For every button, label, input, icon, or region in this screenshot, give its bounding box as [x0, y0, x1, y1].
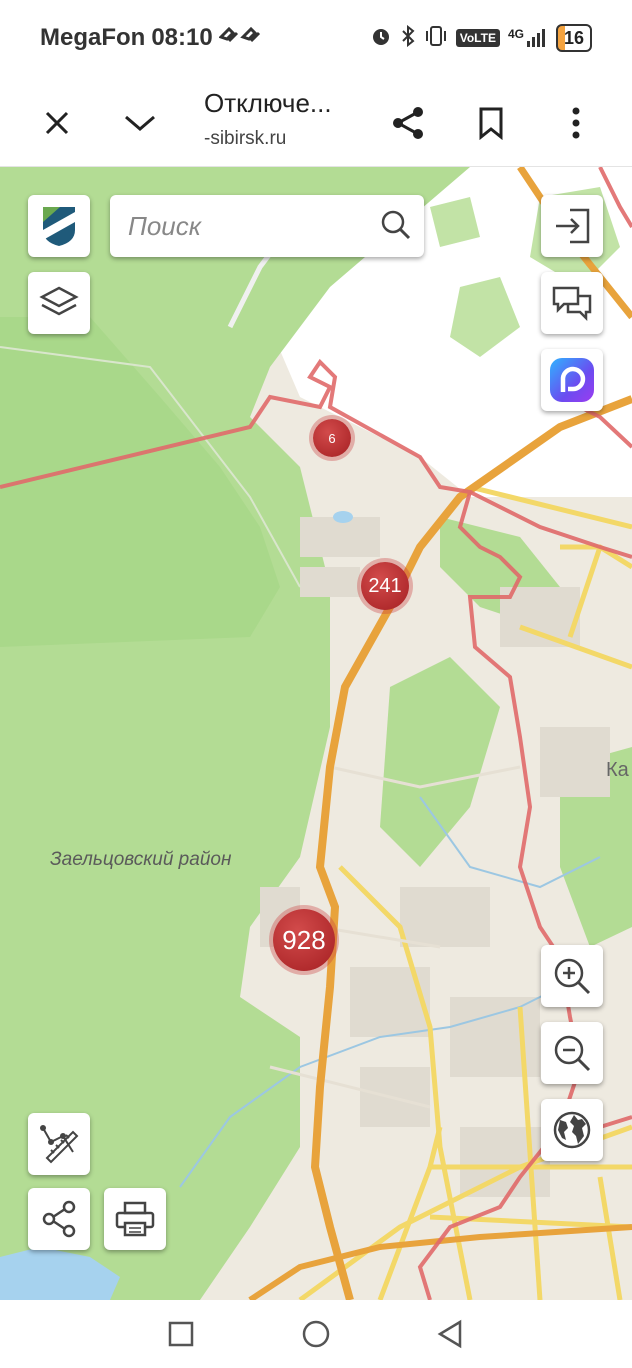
- login-button[interactable]: [541, 195, 603, 257]
- back-button[interactable]: [432, 1316, 468, 1352]
- circle-icon: [302, 1320, 330, 1348]
- layers-icon: [39, 286, 79, 316]
- signal-icon: 4G: [508, 27, 548, 49]
- triangle-back-icon: [437, 1319, 462, 1349]
- printer-icon: [115, 1201, 155, 1237]
- expand-button[interactable]: [115, 98, 165, 148]
- layers-button[interactable]: [28, 272, 90, 334]
- volte-badge: VoLTE: [455, 29, 500, 47]
- battery-indicator: 16: [555, 24, 592, 52]
- globe-icon: [553, 1111, 591, 1149]
- status-right: VoLTE 4G 16: [370, 24, 592, 52]
- bookmark-button[interactable]: [466, 98, 516, 148]
- measure-button[interactable]: [28, 1113, 90, 1175]
- bluetooth-icon: [400, 24, 416, 52]
- map-view[interactable]: 6 241 928 Заельцовский район Ка: [0, 167, 632, 1300]
- marker-cluster[interactable]: 928: [273, 909, 335, 971]
- ruler-icon: [40, 1125, 79, 1164]
- status-left: MegaFon 08:10: [40, 24, 263, 52]
- messenger-button[interactable]: [541, 349, 603, 411]
- bookmark-icon: [479, 107, 503, 140]
- feedback-button[interactable]: [541, 272, 603, 334]
- share-button[interactable]: [383, 98, 433, 148]
- page-title[interactable]: Отключе...: [204, 88, 332, 119]
- share-icon: [393, 107, 423, 139]
- search-input[interactable]: [126, 207, 370, 245]
- city-logo-icon: [43, 207, 75, 246]
- share-icon: [42, 1200, 76, 1238]
- district-label: Заельцовский район: [50, 849, 232, 870]
- chat-icon: [552, 286, 592, 322]
- home-button[interactable]: [298, 1316, 334, 1352]
- map-search[interactable]: [110, 195, 424, 257]
- vibrate-icon: [424, 25, 448, 52]
- world-view-button[interactable]: [541, 1099, 603, 1161]
- marker-cluster[interactable]: 6: [313, 419, 351, 457]
- chevron-down-icon: [125, 115, 155, 131]
- network-type: 4G: [507, 27, 524, 41]
- system-nav-bar: [0, 1300, 632, 1368]
- clock: 08:10: [151, 24, 213, 51]
- square-icon: [168, 1321, 194, 1347]
- map-share-button[interactable]: [28, 1188, 90, 1250]
- zoom-out-icon: [554, 1035, 591, 1072]
- print-button[interactable]: [104, 1188, 166, 1250]
- logo-button[interactable]: [28, 195, 90, 257]
- login-icon: [556, 208, 590, 244]
- map-label-truncated: Ка: [606, 759, 629, 781]
- recents-button[interactable]: [163, 1316, 199, 1352]
- map-base-layer[interactable]: [0, 167, 632, 1300]
- search-icon[interactable]: [380, 209, 412, 246]
- more-menu-button[interactable]: [551, 98, 601, 148]
- max-messenger-icon: [550, 358, 594, 402]
- close-icon: [45, 111, 69, 135]
- data-saver-icon: [217, 24, 263, 52]
- page-url[interactable]: -sibirsk.ru: [204, 128, 286, 150]
- marker-cluster[interactable]: 241: [361, 562, 409, 610]
- status-bar: MegaFon 08:10 VoLTE 4G 16: [0, 0, 632, 80]
- zoom-in-button[interactable]: [541, 945, 603, 1007]
- close-button[interactable]: [32, 98, 82, 148]
- carrier-name: MegaFon: [40, 24, 146, 51]
- alarm-icon: [370, 25, 392, 52]
- zoom-in-icon: [554, 958, 591, 995]
- zoom-out-button[interactable]: [541, 1022, 603, 1084]
- browser-toolbar: Отключе... -sibirsk.ru: [0, 80, 632, 167]
- more-vertical-icon: [572, 107, 580, 139]
